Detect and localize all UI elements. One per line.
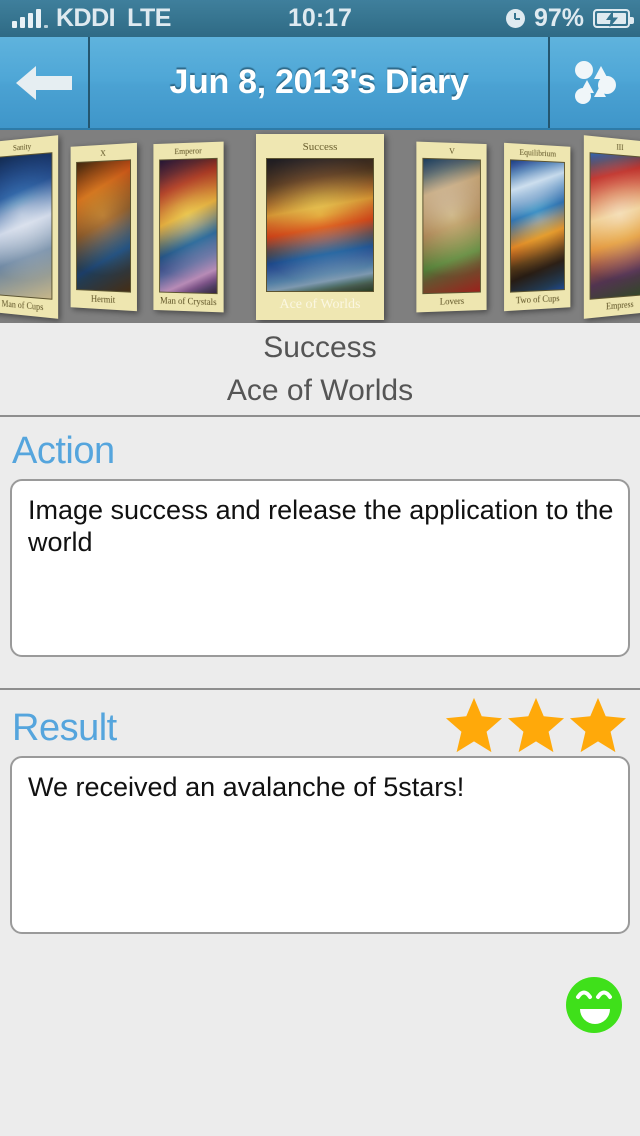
happy-face-icon — [566, 977, 622, 1033]
card-name-label: Man of Crystals — [160, 294, 217, 307]
action-header: Action — [0, 429, 640, 473]
carousel-card[interactable]: Emperor Man of Crystals — [153, 141, 224, 312]
card-artwork — [509, 158, 566, 293]
carousel-card[interactable]: III Empress — [583, 134, 640, 319]
action-text-input[interactable]: Image success and release the applicatio… — [10, 479, 630, 657]
card-keyword: Success — [263, 330, 377, 364]
selected-card-info: Success Ace of Worlds — [0, 323, 640, 417]
card-artwork — [589, 151, 640, 300]
screen-bottom-edge — [0, 1106, 640, 1136]
battery-percent-label: 97% — [533, 4, 584, 32]
carousel-card[interactable]: Sanity Man of Cups — [0, 134, 59, 319]
alarm-clock-icon — [505, 9, 525, 28]
star-icon-filled[interactable] — [444, 696, 504, 754]
card-name-label: Lovers — [439, 295, 465, 307]
nav-title-container: Jun 8, 2013's Diary — [90, 37, 550, 128]
star-icon-filled[interactable] — [506, 696, 566, 754]
star-icon-filled[interactable] — [568, 696, 628, 754]
back-button[interactable] — [0, 37, 90, 128]
charging-bolt-icon — [605, 10, 618, 27]
section-divider — [0, 688, 640, 690]
app-screen: KDDI LTE 10:17 97% Jun 8, 2013's Diary S… — [0, 0, 640, 1136]
result-text-input[interactable]: We received an avalanche of 5stars! — [10, 756, 630, 934]
back-arrow-icon — [16, 65, 72, 100]
card-artwork — [158, 157, 218, 294]
carousel-card[interactable]: V Lovers — [416, 141, 487, 312]
action-section: Action Image success and release the app… — [0, 429, 640, 657]
card-artwork — [422, 157, 482, 294]
result-title: Result — [12, 707, 117, 749]
carousel-card[interactable]: X Hermit — [70, 142, 137, 311]
card-carousel[interactable]: Sanity Man of Cups X Hermit Emperor Man of Cr… — [0, 130, 640, 323]
carousel-card-selected[interactable]: Success Ace of Worlds — [256, 133, 384, 320]
navigation-bar: Jun 8, 2013's Diary — [0, 37, 640, 130]
cards-cluster-icon — [575, 60, 616, 104]
card-keyword-label: Success — [302, 141, 338, 153]
result-section: Result We received an avalanche of 5star… — [0, 696, 640, 934]
card-artwork — [75, 158, 132, 293]
mood-button[interactable] — [564, 975, 624, 1035]
card-name: Ace of Worlds — [226, 374, 414, 407]
star-rating[interactable] — [444, 696, 628, 754]
battery-charging-icon — [593, 9, 634, 28]
card-artwork — [0, 151, 53, 300]
card-artwork — [266, 157, 374, 292]
result-header: Result — [0, 696, 640, 753]
card-name-label: Ace of Worlds — [279, 296, 361, 312]
status-bar: KDDI LTE 10:17 97% — [0, 0, 640, 37]
cards-menu-button[interactable] — [550, 37, 640, 128]
carousel-card[interactable]: Equilibrium Two of Cups — [504, 142, 571, 311]
action-title: Action — [12, 430, 115, 472]
page-title: Jun 8, 2013's Diary — [169, 63, 469, 101]
status-bar-right: 97% — [505, 4, 634, 33]
